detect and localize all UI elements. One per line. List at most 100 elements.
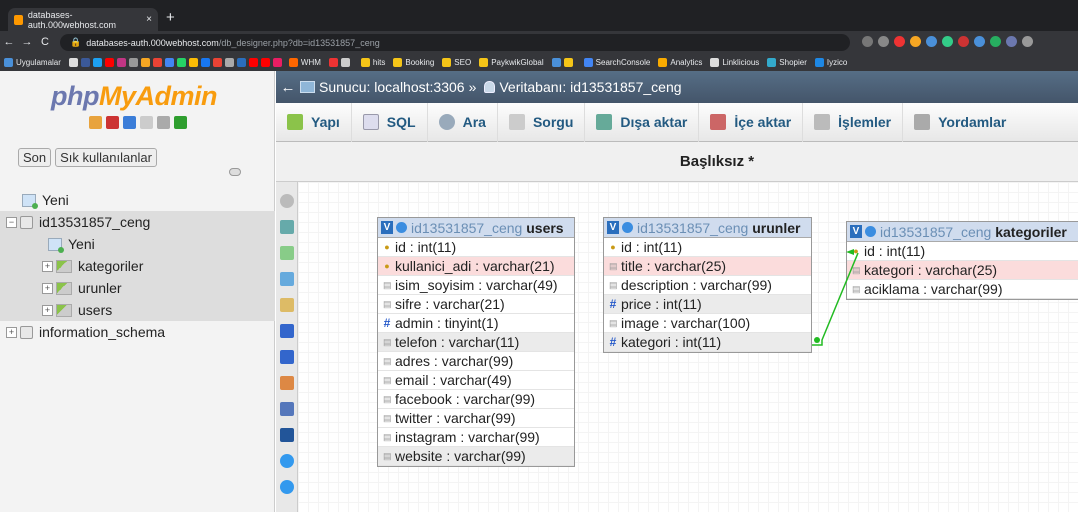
bookmark-iyzico[interactable]: Iyzico [814,57,847,67]
bookmark-hits[interactable]: hits [360,57,385,67]
star-icon[interactable] [878,36,889,47]
bookmark-booking[interactable]: Booking [393,57,434,67]
breadcrumb-database[interactable]: Veritabanı: id13531857_ceng [499,79,681,95]
table-column-row[interactable]: ● id : int(11) [847,242,1078,261]
extension-icon[interactable] [958,36,969,47]
relation-icon[interactable] [280,428,294,442]
table-column-row[interactable]: ▤ telefon : varchar(11) [378,333,574,352]
bookmark-shopier[interactable]: Shopier [767,57,807,67]
table-column-row[interactable]: ▤ email : varchar(49) [378,371,574,390]
extension-icon[interactable] [894,36,905,47]
tab-import[interactable]: İçe aktar [699,102,804,142]
tree-item-information-schema[interactable]: + information_schema [0,321,275,343]
toggle-icon[interactable] [280,194,294,208]
help-icon[interactable] [123,116,136,129]
extension-icon[interactable] [1022,36,1033,47]
extension-icon[interactable] [1006,36,1017,47]
breadcrumb-server[interactable]: Sunucu: localhost:3306 [319,79,465,95]
delete-page-icon[interactable] [280,376,294,390]
home-icon[interactable] [89,116,102,129]
expand-icon[interactable]: + [42,282,53,294]
tab-query[interactable]: Sorgu [498,102,586,142]
toggle-table-icon[interactable]: V [607,221,619,234]
docs-icon[interactable] [140,116,153,129]
extension-icon[interactable] [942,36,953,47]
table-column-row[interactable]: ▤ description : varchar(99) [604,276,811,295]
tree-item-database[interactable]: − id13531857_ceng [0,211,275,233]
table-header[interactable]: V id13531857_ceng urunler [604,218,811,238]
phpmyadmin-logo[interactable]: phpMyAdmin [51,81,217,112]
gear-icon[interactable] [396,222,407,233]
table-column-row[interactable]: # price : int(11) [604,295,811,314]
tab-sql[interactable]: SQL [352,102,428,142]
table-header[interactable]: V id13531857_ceng users [378,218,574,238]
fullscreen-icon[interactable] [280,220,294,234]
bookmark-analytics[interactable]: Analytics [658,57,702,67]
tree-item-users[interactable]: + users [0,299,275,321]
toggle-table-icon[interactable]: V [850,225,862,238]
export-schema-icon[interactable] [280,402,294,416]
table-column-row[interactable]: ▤ facebook : varchar(99) [378,390,574,409]
gear-icon[interactable] [622,222,633,233]
designer-table-urunler[interactable]: V id13531857_ceng urunler ● id : int(11) ▤… [603,217,812,353]
save-icon[interactable] [280,324,294,338]
save-as-icon[interactable] [280,350,294,364]
new-page-icon[interactable] [280,272,294,286]
more-icon[interactable] [280,480,294,494]
forward-icon[interactable]: → [18,36,36,48]
tree-item-new[interactable]: Yeni [0,189,275,211]
collapse-arrow-icon[interactable]: ← [276,79,300,96]
table-column-row[interactable]: ● id : int(11) [604,238,811,257]
back-icon[interactable]: ← [0,36,18,48]
tab-favorites[interactable]: Sık kullanılanlar [55,148,157,167]
extension-icon[interactable] [990,36,1001,47]
exit-icon[interactable] [106,116,119,129]
tab-structure[interactable]: Yapı [276,102,352,142]
zoom-icon[interactable] [862,36,873,47]
collapse-icon[interactable]: − [6,216,17,228]
table-column-row[interactable]: ▤ title : varchar(25) [604,257,811,276]
tab-recent[interactable]: Son [18,148,52,167]
reload-icon[interactable] [174,116,187,129]
bookmark-linklicious[interactable]: Linklicious [710,57,759,67]
designer-table-kategoriler[interactable]: V id13531857_ceng kategoriler ● id : int(… [846,221,1078,300]
browser-tab[interactable]: databases-auth.000webhost.com × [8,8,158,31]
table-header[interactable]: V id13531857_ceng kategoriler [847,222,1078,242]
table-column-row[interactable]: # kategori : int(11) [604,333,811,352]
bookmark-whm[interactable]: WHM [288,57,321,67]
tab-routines[interactable]: Yordamlar [903,103,1017,142]
designer-table-users[interactable]: V id13531857_ceng users ● id : int(11) ● ku… [377,217,575,467]
bookmark-apps[interactable]: Uygulamalar [4,57,61,67]
table-column-row[interactable]: ● kullanici_adi : varchar(21) [378,257,574,276]
gear-icon[interactable] [865,226,876,237]
table-column-row[interactable]: ▤ sifre : varchar(21) [378,295,574,314]
table-column-row[interactable]: ● id : int(11) [378,238,574,257]
tab-search[interactable]: Ara [428,102,498,142]
tree-item-new-table[interactable]: Yeni [0,233,275,255]
bookmark-searchconsole[interactable]: SearchConsole [583,57,650,67]
tree-item-urunler[interactable]: + urunler [0,277,275,299]
gear-icon[interactable] [157,116,170,129]
bookmark-paykwik[interactable]: PaykwikGlobal [479,57,544,67]
table-column-row[interactable]: ▤ kategori : varchar(25) [847,261,1078,280]
new-tab-button[interactable]: + [166,9,175,26]
edit-page-icon[interactable] [280,298,294,312]
table-column-row[interactable]: ▤ image : varchar(100) [604,314,811,333]
toggle-table-icon[interactable]: V [381,221,393,234]
table-column-row[interactable]: ▤ twitter : varchar(99) [378,409,574,428]
table-column-row[interactable]: ▤ isim_soyisim : varchar(49) [378,276,574,295]
view-icon[interactable] [280,454,294,468]
tree-item-kategoriler[interactable]: + kategoriler [0,255,275,277]
link-icon[interactable] [229,168,241,176]
url-field[interactable]: 🔒 databases-auth.000webhost.com /db_desi… [60,34,850,51]
table-column-row[interactable]: ▤ website : varchar(99) [378,447,574,466]
expand-icon[interactable]: + [6,326,17,338]
extension-icon[interactable] [910,36,921,47]
reload-icon[interactable]: C [36,36,54,48]
table-column-row[interactable]: ▤ instagram : varchar(99) [378,428,574,447]
extension-icon[interactable] [926,36,937,47]
table-column-row[interactable]: ▤ adres : varchar(99) [378,352,574,371]
tab-export[interactable]: Dışa aktar [585,102,700,142]
add-table-icon[interactable] [280,246,294,260]
close-icon[interactable]: × [146,14,152,25]
